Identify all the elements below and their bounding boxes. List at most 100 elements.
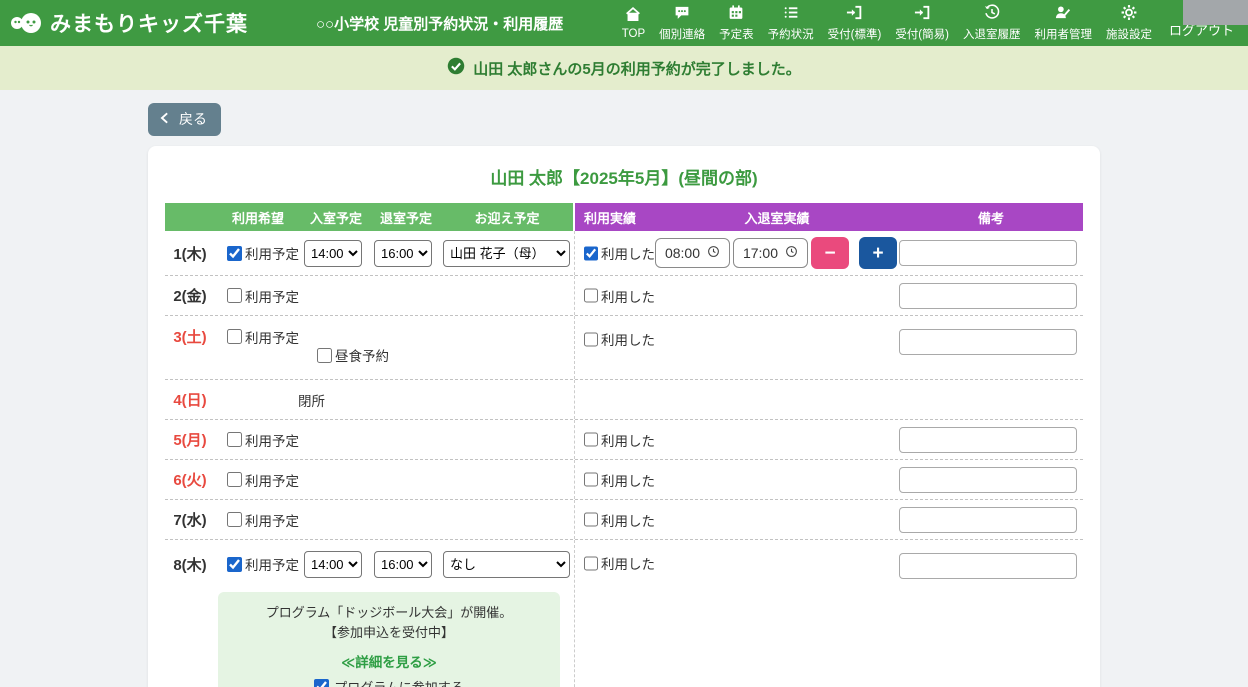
entry-time-select[interactable]: 14:00 — [304, 240, 362, 267]
table-row: 1(木) 利用予定 14:00 16:00 山田 花子（母） 利用した 08:0… — [165, 231, 1083, 276]
nav-item-schedule[interactable]: 予定表 — [712, 1, 761, 45]
top-navbar: みまもりキッズ千葉 ○○小学校 児童別予約状況・利用履歴 TOP 個別連絡 予定… — [0, 0, 1248, 46]
remarks-input[interactable] — [899, 553, 1077, 579]
program-notice: プログラム「ドッジボール大会」が開催。 【参加申込を受付中】 ≪詳細を見る≫ プ… — [218, 592, 560, 687]
program-detail-link[interactable]: ≪詳細を見る≫ — [226, 651, 552, 671]
card-title: 山田 太郎【2025年5月】(昼間の部) — [165, 162, 1083, 203]
remarks-input[interactable] — [899, 507, 1077, 533]
table-row: 4(日) 閉所 — [165, 380, 1083, 420]
table-header: 利用希望 入室予定 退室予定 お迎え予定 利用実績 入退室実績 備考 — [165, 203, 1083, 231]
plan-checkbox-label[interactable]: 利用予定 — [215, 470, 301, 490]
remarks-input[interactable] — [899, 329, 1077, 355]
nav-item-checkin-standard[interactable]: 受付(標準) — [821, 1, 889, 45]
reservation-table: 利用希望 入室予定 退室予定 お迎え予定 利用実績 入退室実績 備考 1(木) … — [165, 203, 1083, 687]
col-inout: 入退室実績 — [655, 208, 899, 227]
pickup-select[interactable]: なし — [443, 551, 570, 578]
used-checkbox-label[interactable]: 利用した — [575, 510, 655, 530]
user-edit-icon — [1053, 4, 1073, 26]
program-text: 【参加申込を受付中】 — [226, 623, 552, 643]
actual-in-time[interactable]: 08:00 — [655, 238, 730, 268]
success-banner: 山田 太郎さんの5月の利用予約が完了しました。 — [0, 46, 1248, 90]
clock-icon — [707, 245, 720, 261]
plan-checkbox-label[interactable]: 利用予定 — [215, 243, 301, 263]
program-join-label[interactable]: プログラムに参加する — [314, 677, 464, 687]
lunch-checkbox-label[interactable]: 昼食予約 — [305, 345, 574, 365]
row-date: 7(水) — [165, 509, 215, 530]
used-checkbox[interactable] — [584, 332, 598, 347]
back-button[interactable]: 戻る — [148, 103, 221, 136]
nav-item-contact[interactable]: 個別連絡 — [652, 1, 712, 45]
used-checkbox[interactable] — [584, 556, 598, 571]
brand-name: みまもりキッズ千葉 — [50, 8, 248, 38]
clock-icon — [785, 245, 798, 261]
entry-time-select[interactable]: 14:00 — [304, 551, 362, 578]
row-date: 3(土) — [165, 326, 215, 347]
plan-checkbox-label[interactable]: 利用予定 — [215, 327, 301, 347]
brand-logo[interactable]: みまもりキッズ千葉 — [10, 8, 248, 38]
nav-item-top[interactable]: TOP — [615, 3, 652, 43]
chat-icon — [672, 4, 692, 26]
row-date: 2(金) — [165, 285, 215, 306]
actual-out-time[interactable]: 17:00 — [733, 238, 808, 268]
used-checkbox[interactable] — [584, 288, 598, 303]
plan-checkbox[interactable] — [227, 557, 242, 572]
add-time-button[interactable]: + — [859, 237, 897, 269]
plan-checkbox[interactable] — [227, 432, 242, 447]
program-join-checkbox[interactable] — [314, 679, 329, 687]
nav-item-facility-settings[interactable]: 施設設定 — [1099, 1, 1159, 45]
plan-checkbox-label[interactable]: 利用予定 — [215, 286, 301, 306]
plan-checkbox[interactable] — [227, 472, 242, 487]
table-row: 3(土) 利用予定 昼食予約 利用した — [165, 316, 1083, 380]
row-date: 5(月) — [165, 429, 215, 450]
lunch-checkbox[interactable] — [317, 348, 332, 363]
nav-item-reservations[interactable]: 予約状況 — [761, 1, 821, 45]
row-date: 6(火) — [165, 469, 215, 490]
remarks-input[interactable] — [899, 240, 1077, 266]
remarks-input[interactable] — [899, 283, 1077, 309]
page-title: ○○小学校 児童別予約状況・利用履歴 — [316, 13, 563, 34]
used-checkbox[interactable] — [584, 246, 598, 261]
col-entry: 入室予定 — [301, 208, 371, 227]
pickup-select[interactable]: 山田 花子（母） — [443, 240, 570, 267]
nav-item-entry-history[interactable]: 入退室履歴 — [956, 1, 1028, 45]
used-checkbox-label[interactable]: 利用した — [575, 553, 655, 573]
col-used: 利用実績 — [575, 208, 655, 227]
exit-time-select[interactable]: 16:00 — [374, 240, 432, 267]
table-row: 8(木) 利用予定 14:00 16:00 なし プログラム「ドッジボール大会」… — [165, 540, 1083, 687]
table-row: 7(水) 利用予定 利用した — [165, 500, 1083, 540]
plan-checkbox[interactable] — [227, 512, 242, 527]
used-checkbox[interactable] — [584, 512, 598, 527]
col-exit: 退室予定 — [371, 208, 441, 227]
used-checkbox-label[interactable]: 利用した — [575, 243, 655, 263]
col-remarks: 備考 — [899, 208, 1083, 227]
closed-label: 閉所 — [298, 390, 573, 410]
plan-checkbox-label[interactable]: 利用予定 — [215, 430, 301, 450]
used-checkbox-label[interactable]: 利用した — [575, 470, 655, 490]
plan-checkbox-label[interactable]: 利用予定 — [215, 510, 301, 530]
col-plan: 利用希望 — [215, 208, 301, 227]
plan-checkbox[interactable] — [227, 246, 242, 261]
nav-item-checkin-simple[interactable]: 受付(簡易) — [888, 1, 956, 45]
remarks-input[interactable] — [899, 427, 1077, 453]
remarks-input[interactable] — [899, 467, 1077, 493]
used-checkbox[interactable] — [584, 432, 598, 447]
success-message: 山田 太郎さんの5月の利用予約が完了しました。 — [473, 58, 801, 79]
mascot-icon — [10, 10, 44, 36]
history-icon — [982, 4, 1002, 26]
plan-checkbox-label[interactable]: 利用予定 — [215, 554, 301, 574]
row-date: 1(木) — [165, 243, 215, 264]
reservation-card: 山田 太郎【2025年5月】(昼間の部) 利用希望 入室予定 退室予定 お迎え予… — [148, 146, 1100, 687]
plan-checkbox[interactable] — [227, 329, 242, 344]
list-icon — [781, 4, 801, 26]
login-icon — [844, 4, 864, 26]
table-row: 5(月) 利用予定 利用した — [165, 420, 1083, 460]
exit-time-select[interactable]: 16:00 — [374, 551, 432, 578]
nav-item-user-management[interactable]: 利用者管理 — [1027, 1, 1099, 45]
used-checkbox-label[interactable]: 利用した — [575, 286, 655, 306]
remove-time-button[interactable]: − — [811, 237, 849, 269]
table-row: 6(火) 利用予定 利用した — [165, 460, 1083, 500]
used-checkbox-label[interactable]: 利用した — [575, 430, 655, 450]
used-checkbox[interactable] — [584, 472, 598, 487]
plan-checkbox[interactable] — [227, 288, 242, 303]
used-checkbox-label[interactable]: 利用した — [575, 329, 655, 349]
